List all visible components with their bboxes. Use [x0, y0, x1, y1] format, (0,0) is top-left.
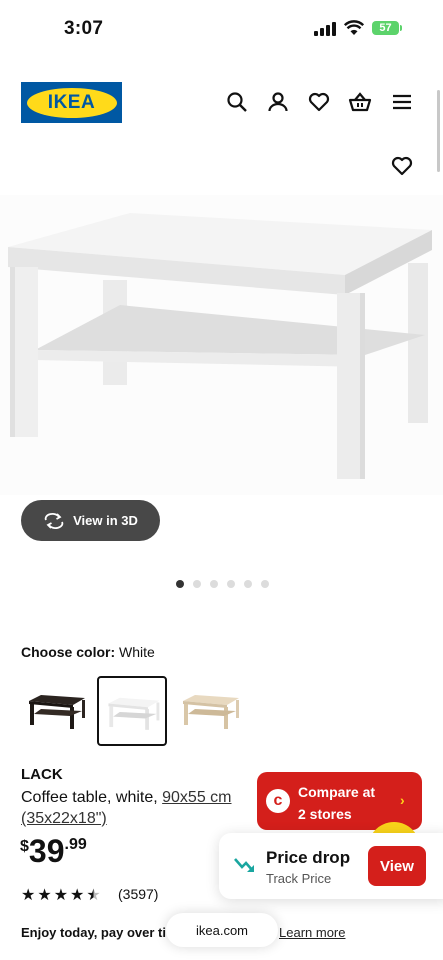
product-description: Coffee table, white, 90x55 cm (35x22x18"… [21, 787, 261, 829]
heart-icon[interactable] [389, 154, 415, 178]
trend-down-icon [234, 858, 254, 872]
price-drop-title: Price drop [266, 848, 351, 867]
financing-text: Enjoy today, pay over ti [21, 925, 166, 940]
swatch-black-brown[interactable] [21, 676, 91, 746]
status-time: 3:07 [64, 18, 104, 39]
cell-signal-icon [314, 22, 336, 36]
carousel-dot[interactable] [261, 580, 269, 588]
price-currency: $ [20, 838, 29, 855]
compare-logo-icon: c [266, 789, 290, 813]
carousel-dots[interactable] [176, 580, 269, 588]
view-in-3d-label: View in 3D [73, 513, 138, 528]
review-count[interactable]: (3597) [118, 886, 158, 902]
track-price-subtitle: Track Price [266, 871, 332, 886]
battery-icon: 57 [372, 21, 399, 35]
carousel-dot[interactable] [193, 580, 201, 588]
swatch-white-stained-oak[interactable] [175, 676, 245, 746]
rating-stars[interactable]: ★ ★ ★ ★ ★ [21, 885, 101, 905]
star-icon: ★ [37, 887, 52, 904]
price-integer: 39 [28, 833, 65, 869]
rotate-3d-icon [44, 512, 64, 529]
product-image[interactable] [0, 195, 443, 495]
carousel-dot[interactable] [176, 580, 184, 588]
battery-tip [400, 25, 402, 31]
compare-text: Compare at 2 stores [298, 781, 375, 825]
half-star-icon: ★ [86, 887, 101, 904]
chevron-right-icon: › [400, 792, 405, 808]
scrollbar[interactable] [437, 90, 440, 172]
product-dimensions-link[interactable]: 90x55 cm [162, 789, 231, 806]
product-price: $ 39 .99 [20, 834, 87, 868]
swatch-white[interactable] [97, 676, 167, 746]
carousel-dot[interactable] [210, 580, 218, 588]
star-icon: ★ [70, 887, 85, 904]
carousel-dot[interactable] [227, 580, 235, 588]
product-dimensions-imperial-link[interactable]: (35x22x18") [21, 810, 107, 827]
price-decimal: .99 [64, 836, 87, 853]
product-description-text: Coffee table, white, [21, 789, 163, 806]
view-button[interactable]: View [368, 846, 426, 886]
choose-color-label: Choose color: [21, 644, 116, 660]
star-icon: ★ [53, 887, 69, 904]
favorites-icon[interactable] [307, 90, 331, 114]
learn-more-link[interactable]: Learn more [279, 925, 345, 940]
swatch-white-image [108, 697, 160, 730]
wifi-icon [344, 20, 364, 35]
product-name: LACK [21, 766, 63, 783]
carousel-dot[interactable] [244, 580, 252, 588]
price-drop-widget[interactable]: Price drop Track Price View [219, 833, 443, 899]
compare-line1: Compare at [298, 784, 376, 800]
menu-icon[interactable] [390, 90, 414, 114]
star-icon: ★ [21, 887, 36, 904]
search-icon[interactable] [225, 90, 249, 114]
choose-color-value: White [119, 644, 155, 660]
browser-url-pill[interactable]: ikea.com [166, 913, 278, 947]
compare-line2: 2 stores [298, 806, 352, 822]
view-in-3d-button[interactable]: View in 3D [21, 500, 160, 541]
cart-icon[interactable] [348, 90, 372, 114]
choose-color: Choose color: White [21, 644, 155, 660]
ikea-logo[interactable]: IKEA [21, 82, 122, 123]
account-icon[interactable] [266, 90, 290, 114]
